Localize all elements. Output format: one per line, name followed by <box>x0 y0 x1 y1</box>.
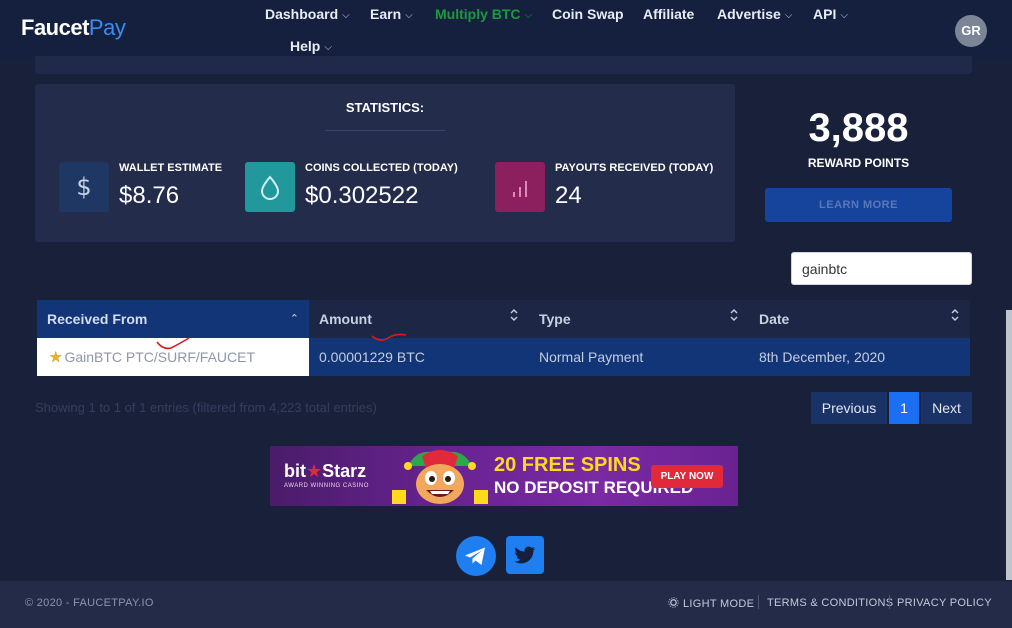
logo-text-part1: Faucet <box>21 15 89 40</box>
red-annotation-mark <box>156 337 190 350</box>
next-page-button[interactable]: Next <box>921 392 972 424</box>
red-annotation-mark <box>371 333 407 341</box>
nav-help[interactable]: Help ⌵ <box>290 38 332 54</box>
statistics-title: STATISTICS: <box>345 100 425 115</box>
twitter-icon[interactable] <box>506 536 544 574</box>
nav-advertise[interactable]: Advertise ⌵ <box>717 6 792 22</box>
droplet-icon <box>245 162 295 212</box>
reward-points-label: REWARD POINTS <box>807 156 910 170</box>
chevron-down-icon: ⌵ <box>405 10 413 21</box>
sort-icon <box>950 300 960 338</box>
column-amount-label: Amount <box>319 311 372 327</box>
cell-date: 8th December, 2020 <box>759 349 886 365</box>
bar-chart-icon <box>495 162 545 212</box>
sun-icon <box>668 597 679 608</box>
coins-collected-label: COINS COLLECTED (TODAY) <box>305 162 458 174</box>
payouts-received-label: PAYOUTS RECEIVED (TODAY) <box>555 162 714 174</box>
nav-dashboard-label: Dashboard <box>265 6 339 22</box>
light-mode-toggle[interactable]: LIGHT MODE <box>668 597 754 610</box>
page-footer: © 2020 - FAUCETPAY.IO LIGHT MODE TERMS &… <box>0 581 1012 628</box>
nav-affiliate[interactable]: Affiliate <box>643 6 694 22</box>
nav-coinswap-label: Coin Swap <box>552 6 624 22</box>
logo-text-part2: Pay <box>88 15 126 40</box>
chevron-down-icon: ⌵ <box>342 10 350 21</box>
statistics-divider <box>325 130 445 131</box>
top-navbar: FaucetPay Dashboard ⌵ Earn ⌵ Multiply BTC ⌵… <box>0 0 1012 60</box>
column-date[interactable]: Date <box>749 300 970 338</box>
table-header: Received From ⌃ Amount Type Date <box>37 300 970 338</box>
reward-points-value: 3,888 <box>808 106 909 150</box>
column-received-from[interactable]: Received From ⌃ <box>37 300 309 338</box>
chevron-down-icon: ⌵ <box>524 10 533 21</box>
nav-api[interactable]: API ⌵ <box>813 6 848 22</box>
jester-mascot-icon <box>392 450 488 504</box>
page-scrollbar[interactable] <box>1006 310 1012 580</box>
nav-multiply-label: Multiply BTC <box>435 6 521 22</box>
nav-earn-label: Earn <box>370 6 402 22</box>
nav-api-label: API <box>813 6 837 22</box>
table-info-text: Showing 1 to 1 of 1 entries (filtered fr… <box>35 400 377 415</box>
terms-link[interactable]: TERMS & CONDITIONS <box>767 597 893 609</box>
privacy-policy-link[interactable]: PRIVACY POLICY <box>897 597 992 609</box>
ad-headline: 20 FREE SPINS <box>494 454 641 476</box>
previous-page-button[interactable]: Previous <box>811 392 887 424</box>
cell-type: Normal Payment <box>539 349 644 365</box>
copyright-text: © 2020 - FAUCETPAY.IO <box>25 597 154 609</box>
column-date-label: Date <box>759 311 790 327</box>
nav-multiply-btc[interactable]: Multiply BTC ⌵ <box>435 6 532 22</box>
statistics-card: STATISTICS: $ WALLET ESTIMATE $8.76 COIN… <box>35 84 735 242</box>
column-received-from-label: Received From <box>47 311 148 327</box>
nav-earn[interactable]: Earn ⌵ <box>370 6 413 22</box>
star-icon: ★ <box>49 349 63 366</box>
chevron-down-icon: ⌵ <box>840 10 848 21</box>
telegram-icon[interactable] <box>456 536 496 576</box>
ad-brand-part2: Starz <box>322 461 367 481</box>
footer-separator <box>889 595 890 609</box>
nav-affiliate-label: Affiliate <box>643 6 695 22</box>
chevron-down-icon: ⌵ <box>324 42 332 53</box>
coins-collected-value: $0.302522 <box>305 182 419 209</box>
dollar-icon: $ <box>59 162 109 212</box>
nav-advertise-label: Advertise <box>717 6 781 22</box>
ad-brand-logo: bit★Starz <box>284 461 366 482</box>
footer-separator <box>758 595 759 609</box>
table-search-input[interactable] <box>791 252 972 285</box>
column-type-label: Type <box>539 311 571 327</box>
light-mode-label: LIGHT MODE <box>683 598 755 610</box>
wallet-estimate-value: $8.76 <box>119 182 180 209</box>
bitstarz-ad-banner[interactable]: bit★Starz AWARD WINNING CASINO 20 FREE S… <box>270 446 738 506</box>
ad-brand-star: ★ <box>306 461 323 481</box>
wallet-estimate-label: WALLET ESTIMATE <box>119 162 223 174</box>
sort-ascending-icon: ⌃ <box>289 313 299 325</box>
nav-help-label: Help <box>290 38 321 54</box>
nav-dashboard[interactable]: Dashboard ⌵ <box>265 6 350 22</box>
user-avatar[interactable]: GR <box>955 15 987 47</box>
column-type[interactable]: Type <box>529 300 749 338</box>
sort-icon <box>729 300 739 338</box>
learn-more-button[interactable]: LEARN MORE <box>765 188 952 222</box>
ad-play-now-button[interactable]: PLAY NOW <box>651 465 723 488</box>
sort-icon <box>509 300 519 338</box>
ad-tagline: AWARD WINNING CASINO <box>284 483 369 489</box>
cell-amount: 0.00001229 BTC <box>319 349 425 365</box>
nav-coin-swap[interactable]: Coin Swap <box>552 6 624 22</box>
payouts-received-value: 24 <box>555 182 582 209</box>
svg-text:$: $ <box>76 173 91 201</box>
column-amount[interactable]: Amount <box>309 300 529 338</box>
faucetpay-logo[interactable]: FaucetPay <box>21 15 126 41</box>
previous-card-bottom <box>35 56 972 74</box>
page-1-button[interactable]: 1 <box>889 392 919 424</box>
ad-brand-part1: bit <box>284 461 306 481</box>
chevron-down-icon: ⌵ <box>784 10 793 21</box>
